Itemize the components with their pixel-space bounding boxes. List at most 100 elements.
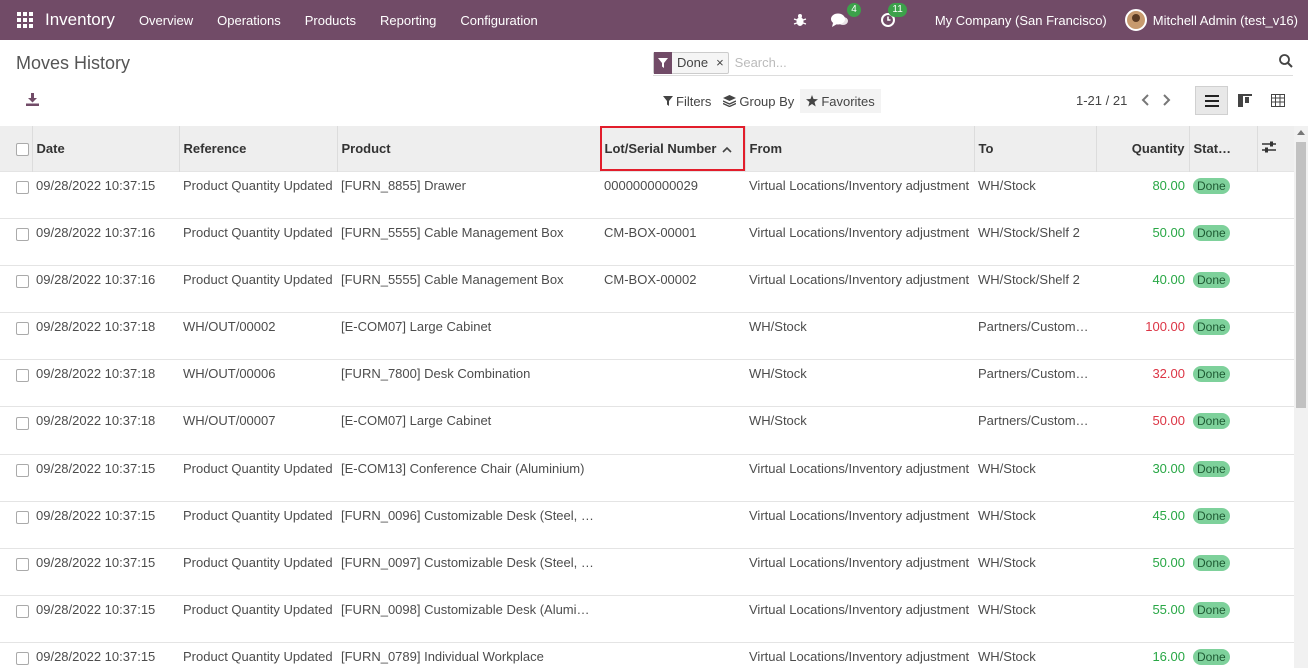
cell-quantity: 80.00 <box>1152 177 1185 193</box>
pivot-view-icon[interactable] <box>1261 86 1294 115</box>
favorites-label: Favorites <box>821 93 875 109</box>
row-end-cell <box>1257 549 1294 596</box>
cell-status: Done <box>1189 313 1257 360</box>
column-status[interactable]: Stat… <box>1188 126 1257 171</box>
download-icon[interactable] <box>26 93 39 109</box>
row-end-cell <box>1257 265 1294 312</box>
cell-from: Virtual Locations/Inventory adjustment <box>749 460 970 476</box>
column-lot-serial-label: Lot/Serial Number <box>604 140 717 156</box>
table-row[interactable]: 09/28/2022 10:37:15 Product Quantity Upda… <box>0 642 1294 668</box>
search-icon[interactable] <box>1279 54 1293 71</box>
column-quantity[interactable]: Quantity <box>1095 126 1189 171</box>
filters-label: Filters <box>676 93 712 109</box>
status-badge: Done <box>1193 177 1230 194</box>
cell-from: WH/Stock <box>749 413 807 429</box>
kanban-view-icon[interactable] <box>1228 86 1261 115</box>
cell-date: 09/28/2022 10:37:16 <box>36 224 156 240</box>
menu-reporting[interactable]: Reporting <box>380 13 436 28</box>
cell-reference: Product Quantity Updated <box>183 649 333 665</box>
cell-from: WH/Stock <box>749 366 807 382</box>
table-row[interactable]: 09/28/2022 10:37:16 Product Quantity Upda… <box>0 218 1294 265</box>
row-checkbox[interactable] <box>16 510 29 524</box>
column-product[interactable]: Product <box>336 126 600 171</box>
vertical-scrollbar[interactable] <box>1294 126 1308 668</box>
company-switcher[interactable]: My Company (San Francisco) <box>935 13 1107 28</box>
table-row[interactable]: 09/28/2022 10:37:15 Product Quantity Upda… <box>0 501 1294 548</box>
search-facet-done[interactable]: Done × <box>653 51 729 74</box>
cell-status: Done <box>1189 643 1257 668</box>
cell-date: 09/28/2022 10:37:15 <box>36 649 156 665</box>
cell-quantity: 55.00 <box>1152 602 1185 618</box>
column-date[interactable]: Date <box>31 126 179 171</box>
cell-quantity: 16.00 <box>1152 649 1185 665</box>
user-avatar[interactable] <box>1124 9 1147 31</box>
debug-bug-icon[interactable] <box>793 13 807 27</box>
menu-operations[interactable]: Operations <box>217 13 281 28</box>
chevron-left-icon[interactable] <box>1140 93 1150 110</box>
app-name[interactable]: Inventory <box>45 10 115 30</box>
cell-to: Partners/Customers <box>978 366 1094 382</box>
column-from[interactable]: From <box>744 126 974 171</box>
table-row[interactable]: 09/28/2022 10:37:15 Product Quantity Upda… <box>0 454 1294 501</box>
filter-icon <box>663 96 673 106</box>
row-checkbox[interactable] <box>16 180 29 194</box>
row-checkbox[interactable] <box>16 322 29 336</box>
table-row[interactable]: 09/28/2022 10:37:15 Product Quantity Upda… <box>0 548 1294 596</box>
optional-columns-toggle[interactable] <box>1256 126 1294 171</box>
group-by-button[interactable]: Group By <box>717 89 800 113</box>
menu-products[interactable]: Products <box>305 13 356 28</box>
row-checkbox[interactable] <box>16 558 29 572</box>
cell-product: [E-COM07] Large Cabinet <box>341 319 492 335</box>
pager-value[interactable]: 1-21 / 21 <box>1076 93 1127 108</box>
row-checkbox[interactable] <box>16 416 29 430</box>
row-select-cell <box>0 549 32 596</box>
list-view-icon[interactable] <box>1195 86 1228 115</box>
cell-date: 09/28/2022 10:37:15 <box>36 460 156 476</box>
facet-remove-icon[interactable]: × <box>712 55 728 70</box>
row-checkbox[interactable] <box>16 605 29 619</box>
row-select-cell <box>0 218 32 265</box>
user-menu[interactable]: Mitchell Admin (test_v16) <box>1153 13 1298 28</box>
row-checkbox[interactable] <box>16 652 29 666</box>
top-navbar: Inventory Overview Operations Products R… <box>0 0 1308 40</box>
column-lot-serial-number[interactable]: Lot/Serial Number <box>599 126 745 171</box>
row-checkbox[interactable] <box>16 274 29 288</box>
apps-grid-icon[interactable] <box>17 12 33 28</box>
cell-reference: Product Quantity Updated <box>183 177 333 193</box>
activity-count-badge: 11 <box>888 3 907 17</box>
scroll-up-arrow-icon[interactable] <box>1297 130 1305 135</box>
scrollbar-thumb[interactable] <box>1296 142 1306 408</box>
cell-reference: WH/OUT/00006 <box>183 366 276 382</box>
favorites-button[interactable]: Favorites <box>800 89 881 113</box>
cell-lot-serial-number: 0000000000029 <box>604 177 698 193</box>
table-row[interactable]: 09/28/2022 10:37:18 WH/OUT/00002 [E-COM07]… <box>0 312 1294 360</box>
cell-product: [FURN_5555] Cable Management Box <box>341 224 564 240</box>
cell-quantity: 30.00 <box>1152 460 1185 476</box>
table-row[interactable]: 09/28/2022 10:37:16 Product Quantity Upda… <box>0 265 1294 312</box>
column-to[interactable]: To <box>973 126 1096 171</box>
row-checkbox[interactable] <box>16 463 29 477</box>
filters-button[interactable]: Filters <box>657 89 717 113</box>
cell-quantity: 50.00 <box>1152 224 1185 240</box>
cell-to: WH/Stock <box>978 649 1036 665</box>
chat-icon[interactable]: 4 <box>830 2 861 28</box>
row-select-cell <box>0 596 32 643</box>
search-input[interactable] <box>734 55 1255 70</box>
table-row[interactable]: 09/28/2022 10:37:18 WH/OUT/00006 [FURN_780… <box>0 359 1294 407</box>
cell-from: Virtual Locations/Inventory adjustment <box>749 177 970 193</box>
menu-overview[interactable]: Overview <box>139 13 193 28</box>
table-row[interactable]: 09/28/2022 10:37:18 WH/OUT/00007 [E-COM07]… <box>0 406 1294 454</box>
select-all-checkbox[interactable] <box>16 142 29 156</box>
cell-product: [FURN_7800] Desk Combination <box>341 366 531 382</box>
column-reference[interactable]: Reference <box>178 126 337 171</box>
table-row[interactable]: 09/28/2022 10:37:15 Product Quantity Upda… <box>0 595 1294 643</box>
chevron-right-icon[interactable] <box>1162 93 1172 110</box>
select-all-cell <box>0 126 32 171</box>
table-row[interactable]: 09/28/2022 10:37:15 Product Quantity Upda… <box>0 171 1294 218</box>
cell-status: Done <box>1189 360 1257 407</box>
row-checkbox[interactable] <box>16 227 29 241</box>
menu-configuration[interactable]: Configuration <box>460 13 537 28</box>
row-checkbox[interactable] <box>16 369 29 383</box>
activity-clock-icon[interactable]: 11 <box>880 3 907 27</box>
list-view: Date Reference Product Lot/Serial Number… <box>0 126 1294 668</box>
